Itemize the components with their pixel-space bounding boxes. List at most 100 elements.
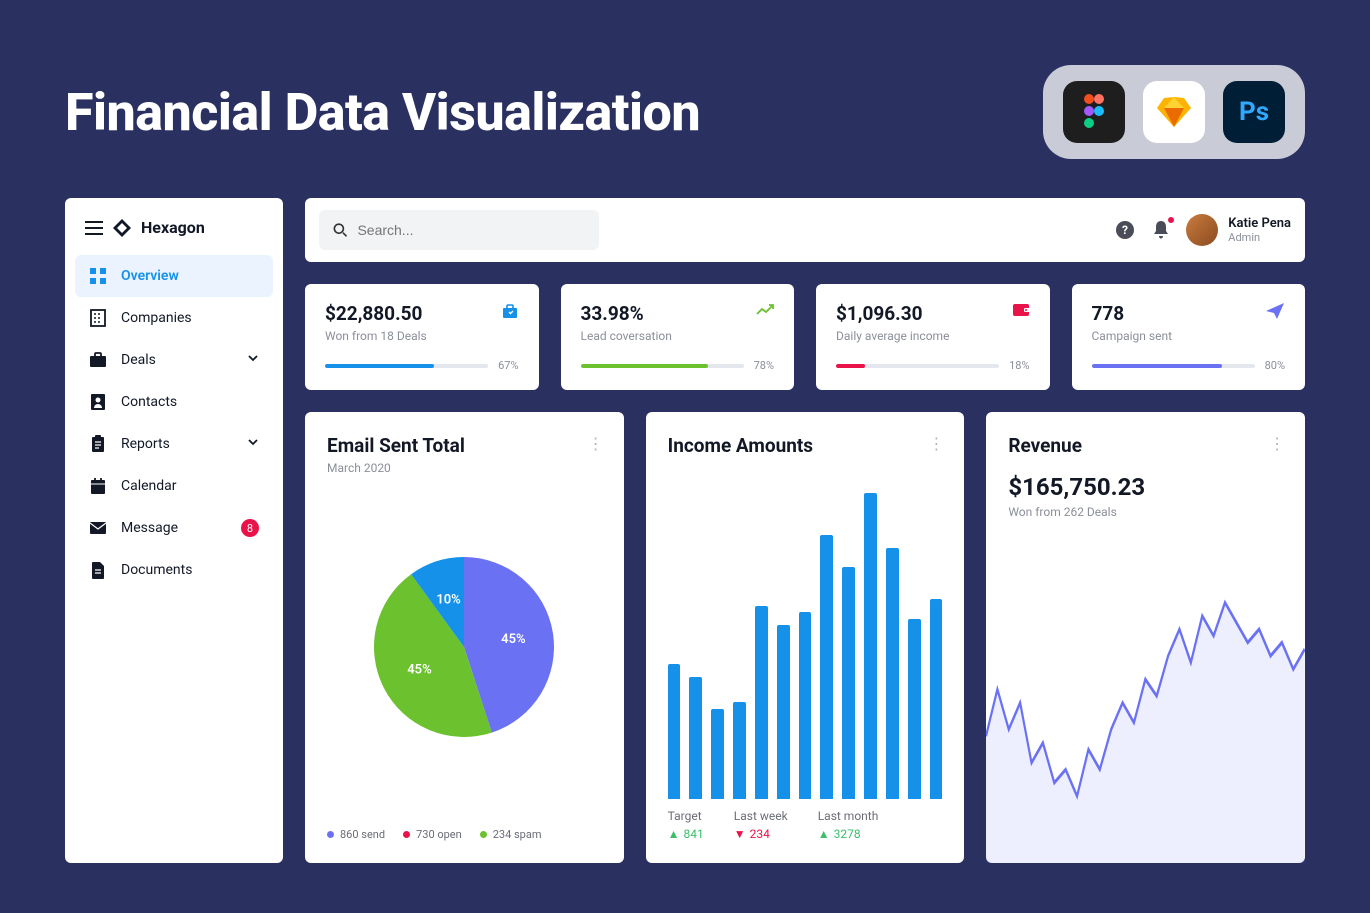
nav-label: Message — [121, 520, 178, 536]
revenue-card: Revenue ⋮ $165,750.23 Won from 262 Deals — [986, 412, 1305, 863]
progress-pct: 67% — [498, 359, 518, 372]
bar — [886, 548, 899, 799]
card-title: Email Sent Total — [327, 434, 602, 457]
wallet-icon — [1012, 302, 1030, 322]
figma-icon — [1063, 81, 1125, 143]
brand-logo-icon — [113, 219, 131, 237]
svg-text:?: ? — [1122, 223, 1128, 237]
trend-up-icon — [756, 302, 774, 321]
legend-item: 234 spam — [480, 828, 542, 841]
nav-label: Companies — [121, 310, 192, 326]
bar — [668, 664, 681, 799]
photoshop-icon: Ps — [1223, 81, 1285, 143]
legend-item: Last month▲3278 — [818, 809, 879, 841]
bar — [864, 493, 877, 799]
briefcase-icon — [89, 351, 107, 369]
building-icon — [89, 309, 107, 327]
kpi-value: 778 — [1092, 302, 1286, 325]
calendar-icon — [89, 477, 107, 495]
clipboard-icon — [89, 435, 107, 453]
progress-bar — [836, 364, 999, 368]
progress-pct: 80% — [1265, 359, 1285, 372]
sidebar-item-documents[interactable]: Documents — [75, 549, 273, 591]
nav-label: Calendar — [121, 478, 177, 494]
file-icon — [89, 561, 107, 579]
sidebar-item-reports[interactable]: Reports — [75, 423, 273, 465]
sidebar-item-overview[interactable]: Overview — [75, 255, 273, 297]
sidebar-item-calendar[interactable]: Calendar — [75, 465, 273, 507]
envelope-icon — [89, 519, 107, 537]
chevron-down-icon — [247, 352, 259, 368]
progress-bar — [581, 364, 744, 368]
dashboard-icon — [89, 267, 107, 285]
bar — [842, 567, 855, 799]
pie-chart: 45% 45% 10% — [364, 547, 564, 747]
bar — [711, 709, 724, 799]
line-chart — [986, 529, 1305, 863]
search-icon — [333, 222, 347, 238]
nav-label: Contacts — [121, 394, 177, 410]
bar — [820, 535, 833, 799]
card-title: Revenue — [1008, 434, 1283, 457]
card-subtitle: March 2020 — [327, 461, 602, 475]
bar — [930, 599, 943, 799]
sidebar-item-deals[interactable]: Deals — [75, 339, 273, 381]
kpi-subtitle: Won from 18 Deals — [325, 329, 519, 343]
bar — [689, 677, 702, 799]
income-amounts-card: Income Amounts ⋮ Target▲841 Last week▼234… — [646, 412, 965, 863]
more-icon[interactable]: ⋮ — [588, 434, 604, 453]
more-icon[interactable]: ⋮ — [1269, 434, 1285, 453]
svg-text:10%: 10% — [437, 592, 462, 607]
brand-name: Hexagon — [141, 218, 205, 237]
nav-label: Documents — [121, 562, 192, 578]
card-title: Income Amounts — [668, 434, 943, 457]
kpi-subtitle: Campaign sent — [1092, 329, 1286, 343]
revenue-subtitle: Won from 262 Deals — [1008, 505, 1283, 519]
avatar — [1186, 214, 1218, 246]
bar — [908, 619, 921, 799]
person-icon — [89, 393, 107, 411]
more-icon[interactable]: ⋮ — [928, 434, 944, 453]
nav-label: Reports — [121, 436, 170, 452]
bar — [755, 606, 768, 799]
email-sent-card: Email Sent Total March 2020 ⋮ 45%45%10% … — [305, 412, 624, 863]
svg-text:45%: 45% — [501, 632, 526, 647]
kpi-subtitle: Daily average income — [836, 329, 1030, 343]
user-menu[interactable]: Katie Pena Admin — [1186, 214, 1291, 246]
sidebar-item-message[interactable]: Message 8 — [75, 507, 273, 549]
progress-bar — [325, 364, 488, 368]
sidebar-item-contacts[interactable]: Contacts — [75, 381, 273, 423]
bar — [799, 612, 812, 799]
menu-icon[interactable] — [85, 221, 103, 235]
bell-icon[interactable] — [1150, 219, 1172, 241]
chevron-down-icon — [247, 436, 259, 452]
bar — [777, 625, 790, 799]
nav-badge: 8 — [241, 519, 259, 537]
revenue-value: $165,750.23 — [1008, 473, 1283, 501]
search-box[interactable] — [319, 210, 599, 250]
kpi-card-3: 778 Campaign sent 80% — [1072, 284, 1306, 390]
bar-chart — [668, 457, 943, 809]
svg-text:45%: 45% — [408, 662, 433, 677]
legend-item: Last week▼234 — [734, 809, 788, 841]
user-name: Katie Pena — [1228, 216, 1291, 231]
sidebar: Hexagon Overview Companies Deals Contacts Re… — [65, 198, 283, 863]
kpi-card-0: $22,880.50 Won from 18 Deals 67% — [305, 284, 539, 390]
briefcase-icon — [501, 302, 519, 324]
sketch-icon — [1143, 81, 1205, 143]
nav-label: Deals — [121, 352, 156, 368]
legend-item: Target▲841 — [668, 809, 704, 841]
notification-dot — [1168, 217, 1174, 223]
kpi-value: $22,880.50 — [325, 302, 519, 325]
kpi-card-2: $1,096.30Daily average income18% — [816, 284, 1050, 390]
bar — [733, 702, 746, 799]
app-icons-group: Ps — [1043, 65, 1305, 159]
search-input[interactable] — [357, 222, 585, 238]
progress-bar — [1092, 364, 1255, 368]
progress-pct: 78% — [754, 359, 774, 372]
sidebar-item-companies[interactable]: Companies — [75, 297, 273, 339]
help-icon[interactable]: ? — [1114, 219, 1136, 241]
legend-item: 730 open — [403, 828, 462, 841]
topbar: ? Katie Pena Admin — [305, 198, 1305, 262]
kpi-subtitle: Lead coversation — [581, 329, 775, 343]
